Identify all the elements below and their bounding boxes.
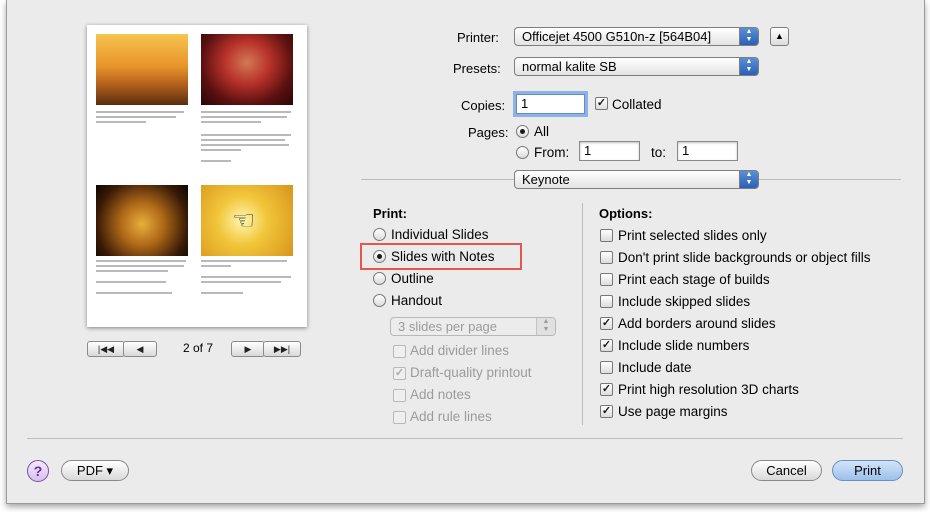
radio-handout[interactable] bbox=[373, 294, 386, 307]
checkbox-each-stage-builds[interactable] bbox=[600, 273, 613, 286]
pointing-hand-icon: ☜ bbox=[232, 205, 256, 235]
printer-label: Printer: bbox=[457, 30, 499, 45]
collated-checkbox[interactable]: ✓ bbox=[595, 97, 608, 110]
options-heading: Options: bbox=[599, 206, 653, 221]
pdf-menu-button[interactable]: PDF ▾ bbox=[61, 460, 129, 481]
label-individual-slides: Individual Slides bbox=[391, 227, 489, 242]
print-dialog: ☜ |◀◀ ◀ 2 of 7 ▶ ▶▶| Printer: Officejet … bbox=[6, 0, 925, 504]
footer-divider bbox=[27, 438, 903, 439]
label-handout: Handout bbox=[391, 293, 443, 308]
checkbox-slide-numbers[interactable]: ✓ bbox=[600, 339, 613, 352]
selection-highlight bbox=[360, 243, 522, 270]
printer-value: Officejet 4500 G510n-z [564B04] bbox=[522, 29, 712, 44]
cancel-button[interactable]: Cancel bbox=[751, 460, 822, 481]
copies-field[interactable]: 1 bbox=[516, 94, 585, 114]
label-print-selected-only: Print selected slides only bbox=[618, 228, 767, 243]
print-heading: Print: bbox=[373, 206, 407, 221]
slide-notes-text bbox=[96, 260, 188, 297]
pages-to-field[interactable]: 1 bbox=[677, 141, 738, 161]
slide-thumbnail-portrait bbox=[201, 34, 293, 105]
label-page-margins: Use page margins bbox=[618, 404, 728, 419]
presets-label: Presets: bbox=[453, 61, 501, 76]
checkbox-print-selected-only[interactable] bbox=[600, 229, 613, 242]
triangle-up-icon: ▲ bbox=[775, 31, 784, 41]
disclosure-button[interactable]: ▲ bbox=[770, 27, 789, 46]
radio-outline[interactable] bbox=[373, 272, 386, 285]
checkbox-add-rule-lines[interactable] bbox=[393, 411, 406, 424]
checkbox-add-notes[interactable] bbox=[393, 389, 406, 402]
label-add-notes: Add notes bbox=[410, 387, 471, 402]
popup-arrows-icon: ▲ ▼ bbox=[739, 58, 758, 75]
slide-thumbnail-camels bbox=[96, 34, 188, 105]
copies-label: Copies: bbox=[461, 98, 506, 113]
pages-label: Pages: bbox=[468, 125, 509, 140]
pages-from-field[interactable]: 1 bbox=[579, 141, 640, 161]
pages-all-label: All bbox=[534, 124, 550, 139]
label-add-rule-lines: Add rule lines bbox=[410, 409, 492, 424]
label-include-date: Include date bbox=[618, 360, 692, 375]
checkbox-page-margins[interactable]: ✓ bbox=[600, 405, 613, 418]
popup-arrows-icon: ▲ ▼ bbox=[739, 28, 758, 45]
popup-arrows-icon: ▲ ▼ bbox=[739, 171, 758, 188]
handout-layout-value: 3 slides per page bbox=[398, 319, 498, 334]
handout-layout-popup[interactable]: 3 slides per page ▲ ▼ bbox=[390, 317, 556, 336]
presets-value: normal kalite SB bbox=[522, 59, 617, 74]
page-counter: 2 of 7 bbox=[183, 341, 214, 355]
label-outline: Outline bbox=[391, 271, 434, 286]
page-preview: ☜ bbox=[87, 25, 307, 327]
label-3d-charts: Print high resolution 3D charts bbox=[618, 382, 799, 397]
label-include-skipped: Include skipped slides bbox=[618, 294, 751, 309]
label-no-backgrounds: Don't print slide backgrounds or object … bbox=[618, 250, 871, 265]
checkbox-include-skipped[interactable] bbox=[600, 295, 613, 308]
checkbox-3d-charts[interactable]: ✓ bbox=[600, 383, 613, 396]
first-page-button[interactable]: |◀◀ bbox=[87, 341, 125, 357]
label-add-divider-lines: Add divider lines bbox=[410, 343, 510, 358]
first-page-icon: |◀◀ bbox=[97, 344, 115, 354]
help-button[interactable]: ? bbox=[27, 460, 49, 482]
section-popup[interactable]: Keynote ▲ ▼ bbox=[514, 170, 759, 189]
slide-notes-text bbox=[201, 111, 293, 165]
checkbox-no-backgrounds[interactable] bbox=[600, 251, 613, 264]
previous-page-button[interactable]: ◀ bbox=[123, 341, 157, 357]
label-each-stage-builds: Print each stage of builds bbox=[618, 272, 770, 287]
popup-arrows-icon: ▲ ▼ bbox=[536, 318, 555, 335]
pages-to-label: to: bbox=[651, 145, 667, 160]
print-button[interactable]: Print bbox=[832, 460, 903, 481]
slide-thumbnail-clock bbox=[96, 185, 188, 256]
label-slide-numbers: Include slide numbers bbox=[618, 338, 750, 353]
printer-popup[interactable]: Officejet 4500 G510n-z [564B04] ▲ ▼ bbox=[514, 27, 759, 46]
presets-popup[interactable]: normal kalite SB ▲ ▼ bbox=[514, 57, 759, 76]
question-mark-icon: ? bbox=[33, 463, 43, 479]
checkbox-add-borders[interactable]: ✓ bbox=[600, 317, 613, 330]
last-page-icon: ▶▶| bbox=[273, 344, 291, 354]
checkbox-include-date[interactable] bbox=[600, 361, 613, 374]
label-draft-quality: Draft-quality printout bbox=[410, 365, 532, 380]
checkbox-add-divider-lines[interactable] bbox=[393, 345, 406, 358]
slide-notes-text bbox=[96, 111, 188, 126]
collated-label: Collated bbox=[612, 97, 662, 112]
pages-all-radio[interactable] bbox=[516, 125, 529, 138]
checkbox-draft-quality[interactable]: ✓ bbox=[393, 367, 406, 380]
next-icon: ▶ bbox=[244, 344, 252, 354]
radio-individual-slides[interactable] bbox=[373, 228, 386, 241]
next-page-button[interactable]: ▶ bbox=[231, 341, 265, 357]
pages-from-label: From: bbox=[534, 145, 570, 160]
last-page-button[interactable]: ▶▶| bbox=[263, 341, 301, 357]
label-add-borders: Add borders around slides bbox=[618, 316, 776, 331]
previous-icon: ◀ bbox=[136, 344, 144, 354]
slide-notes-text bbox=[201, 260, 293, 297]
pages-from-radio[interactable] bbox=[516, 146, 529, 159]
section-popup-value: Keynote bbox=[522, 172, 570, 187]
group-separator bbox=[582, 203, 583, 425]
